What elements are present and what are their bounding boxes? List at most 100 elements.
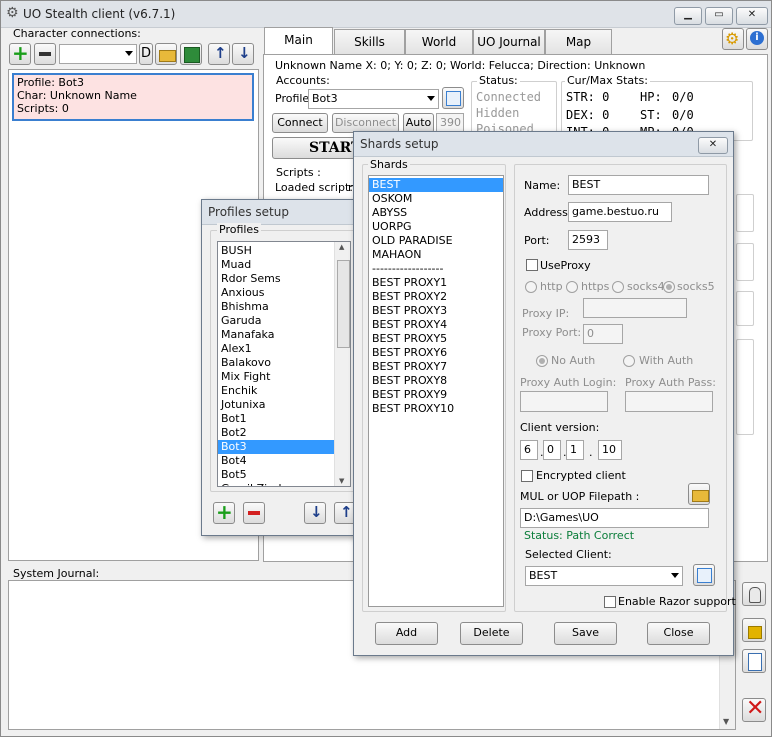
lock-button[interactable] [742, 618, 766, 642]
profiles-scrollbar[interactable]: ▲ ▼ [334, 242, 350, 486]
proxy-socks4-radio[interactable] [612, 281, 624, 293]
razor-support-checkbox[interactable] [604, 596, 616, 608]
close-window-button[interactable]: ✕ [736, 7, 768, 25]
shards-close-button[interactable]: ✕ [698, 137, 728, 154]
client-version-minor[interactable]: 0 [543, 440, 561, 460]
shard-list-item[interactable]: ------------------ [369, 262, 503, 276]
delete-shard-button[interactable]: Delete [460, 622, 523, 645]
save-shard-button[interactable]: Save [554, 622, 617, 645]
add-profile-button[interactable]: + [213, 500, 235, 524]
proxy-pass-input[interactable] [625, 391, 713, 412]
port-input[interactable]: 2593 [568, 230, 608, 250]
shard-list-item[interactable]: BEST PROXY6 [369, 346, 503, 360]
profile-list-item[interactable]: Enchik [218, 384, 350, 398]
scroll-thumb[interactable] [337, 260, 350, 348]
add-connection-button[interactable]: + [9, 41, 31, 65]
with-auth-radio[interactable] [623, 355, 635, 367]
edit-profile-button[interactable] [442, 87, 464, 109]
save-button[interactable] [180, 43, 202, 65]
profile-list-item[interactable]: Jotunixa [218, 398, 350, 412]
encrypted-client-checkbox[interactable] [521, 470, 533, 482]
mul-path-input[interactable]: D:\Games\UO [520, 508, 709, 528]
add-shard-button[interactable]: Add [375, 622, 438, 645]
edit-client-button[interactable] [693, 564, 715, 586]
move-down-button[interactable]: ↓ [232, 43, 254, 65]
shard-list-item[interactable]: BEST PROXY2 [369, 290, 503, 304]
shard-list-item[interactable]: BEST PROXY8 [369, 374, 503, 388]
auto-button[interactable]: Auto [403, 113, 434, 133]
disconnect-button[interactable]: Disconnect [332, 113, 399, 133]
shard-list-item[interactable]: UORPG [369, 220, 503, 234]
profile-list-item[interactable]: BUSH [218, 244, 350, 258]
connection-item-selected[interactable]: Profile: Bot3 Char: Unknown Name Scripts… [12, 73, 254, 121]
no-auth-radio[interactable] [536, 355, 548, 367]
profile-list-item[interactable]: Muad [218, 258, 350, 272]
proxy-port-input[interactable]: 0 [583, 324, 623, 344]
profile-list-item[interactable]: Bot2 [218, 426, 350, 440]
tab-main[interactable]: Main [264, 27, 333, 55]
profile-list-item[interactable]: Balakovo [218, 356, 350, 370]
shard-list-item[interactable]: BEST PROXY4 [369, 318, 503, 332]
profile-list-item[interactable]: Alex1 [218, 342, 350, 356]
info-button[interactable]: i [746, 28, 768, 50]
settings-button[interactable]: ⚙ [722, 28, 744, 50]
tab-uo-journal[interactable]: UO Journal [473, 29, 545, 54]
profile-list-item[interactable]: Garuda [218, 314, 350, 328]
client-version-revision[interactable]: 10 [598, 440, 622, 460]
proxy-socks5-radio[interactable] [663, 281, 675, 293]
profile-list-item[interactable]: Gamil Zirak [218, 482, 350, 486]
selected-client-combobox[interactable]: BEST [525, 566, 683, 586]
profile-list-item[interactable]: Bot5 [218, 468, 350, 482]
profile-list-item[interactable]: Mix Fight [218, 370, 350, 384]
profile-list-item[interactable]: Rdor Sems [218, 272, 350, 286]
connect-button[interactable]: Connect [272, 113, 328, 133]
main-titlebar[interactable]: ⚙ UO Stealth client (v6.7.1) ▁ ▭ ✕ [1, 1, 771, 28]
proxy-http-radio[interactable] [525, 281, 537, 293]
maximize-button[interactable]: ▭ [705, 7, 733, 25]
profiles-titlebar[interactable]: Profiles setup [202, 200, 360, 225]
shard-list-item[interactable]: OLD PARADISE [369, 234, 503, 248]
shard-list-item[interactable]: MAHAON [369, 248, 503, 262]
remove-profile-button[interactable] [243, 502, 265, 524]
profile-list-item[interactable]: Anxious [218, 286, 350, 300]
tab-skills[interactable]: Skills [334, 29, 405, 54]
client-version-build[interactable]: 1 [566, 440, 584, 460]
shard-list-item[interactable]: BEST PROXY3 [369, 304, 503, 318]
shards-titlebar[interactable]: Shards setup [354, 132, 733, 157]
shard-list-item[interactable]: BEST PROXY7 [369, 360, 503, 374]
shard-list-item[interactable]: BEST [369, 178, 503, 192]
tab-world[interactable]: World [405, 29, 473, 54]
shard-list-item[interactable]: ABYSS [369, 206, 503, 220]
move-up-button[interactable]: ↑ [208, 43, 230, 65]
tab-map[interactable]: Map [545, 29, 612, 54]
document-button[interactable] [742, 649, 766, 673]
profile-list-item[interactable]: Bot3 [218, 440, 350, 454]
browse-folder-button[interactable] [688, 483, 710, 505]
shard-list-item[interactable]: BEST PROXY10 [369, 402, 503, 416]
shard-list-item[interactable]: BEST PROXY5 [369, 332, 503, 346]
user-button[interactable] [742, 582, 766, 606]
profiles-list[interactable]: BUSH Muad Rdor Sems Anxious Bhishma Garuda Man… [217, 241, 351, 487]
profile-list-item[interactable]: Bot1 [218, 412, 350, 426]
proxy-login-input[interactable] [520, 391, 608, 412]
open-folder-button[interactable] [155, 43, 177, 65]
minimize-button[interactable]: ▁ [674, 7, 702, 25]
proxy-https-radio[interactable] [566, 281, 578, 293]
shard-list-item[interactable]: BEST PROXY9 [369, 388, 503, 402]
auto-value-field[interactable]: 390 [436, 113, 464, 133]
address-input[interactable]: game.bestuo.ru [568, 202, 672, 222]
profile-list-item[interactable]: Bhishma [218, 300, 350, 314]
name-input[interactable]: BEST [568, 175, 709, 195]
profile-list-item[interactable]: Bot4 [218, 454, 350, 468]
profile-combobox[interactable]: Bot3 [308, 89, 439, 109]
client-version-major[interactable]: 6 [520, 440, 538, 460]
d-button[interactable]: D [139, 43, 153, 65]
shard-list-item[interactable]: OSKOM [369, 192, 503, 206]
connection-combobox[interactable] [59, 44, 137, 64]
shards-list[interactable]: BEST OSKOM ABYSS UORPG OLD PARADISE MAHAON ---… [368, 175, 504, 607]
profile-list-item[interactable]: Manafaka [218, 328, 350, 342]
use-proxy-checkbox[interactable] [526, 259, 538, 271]
proxy-ip-input[interactable] [583, 298, 687, 318]
remove-connection-button[interactable] [34, 43, 56, 65]
shard-list-item[interactable]: BEST PROXY1 [369, 276, 503, 290]
